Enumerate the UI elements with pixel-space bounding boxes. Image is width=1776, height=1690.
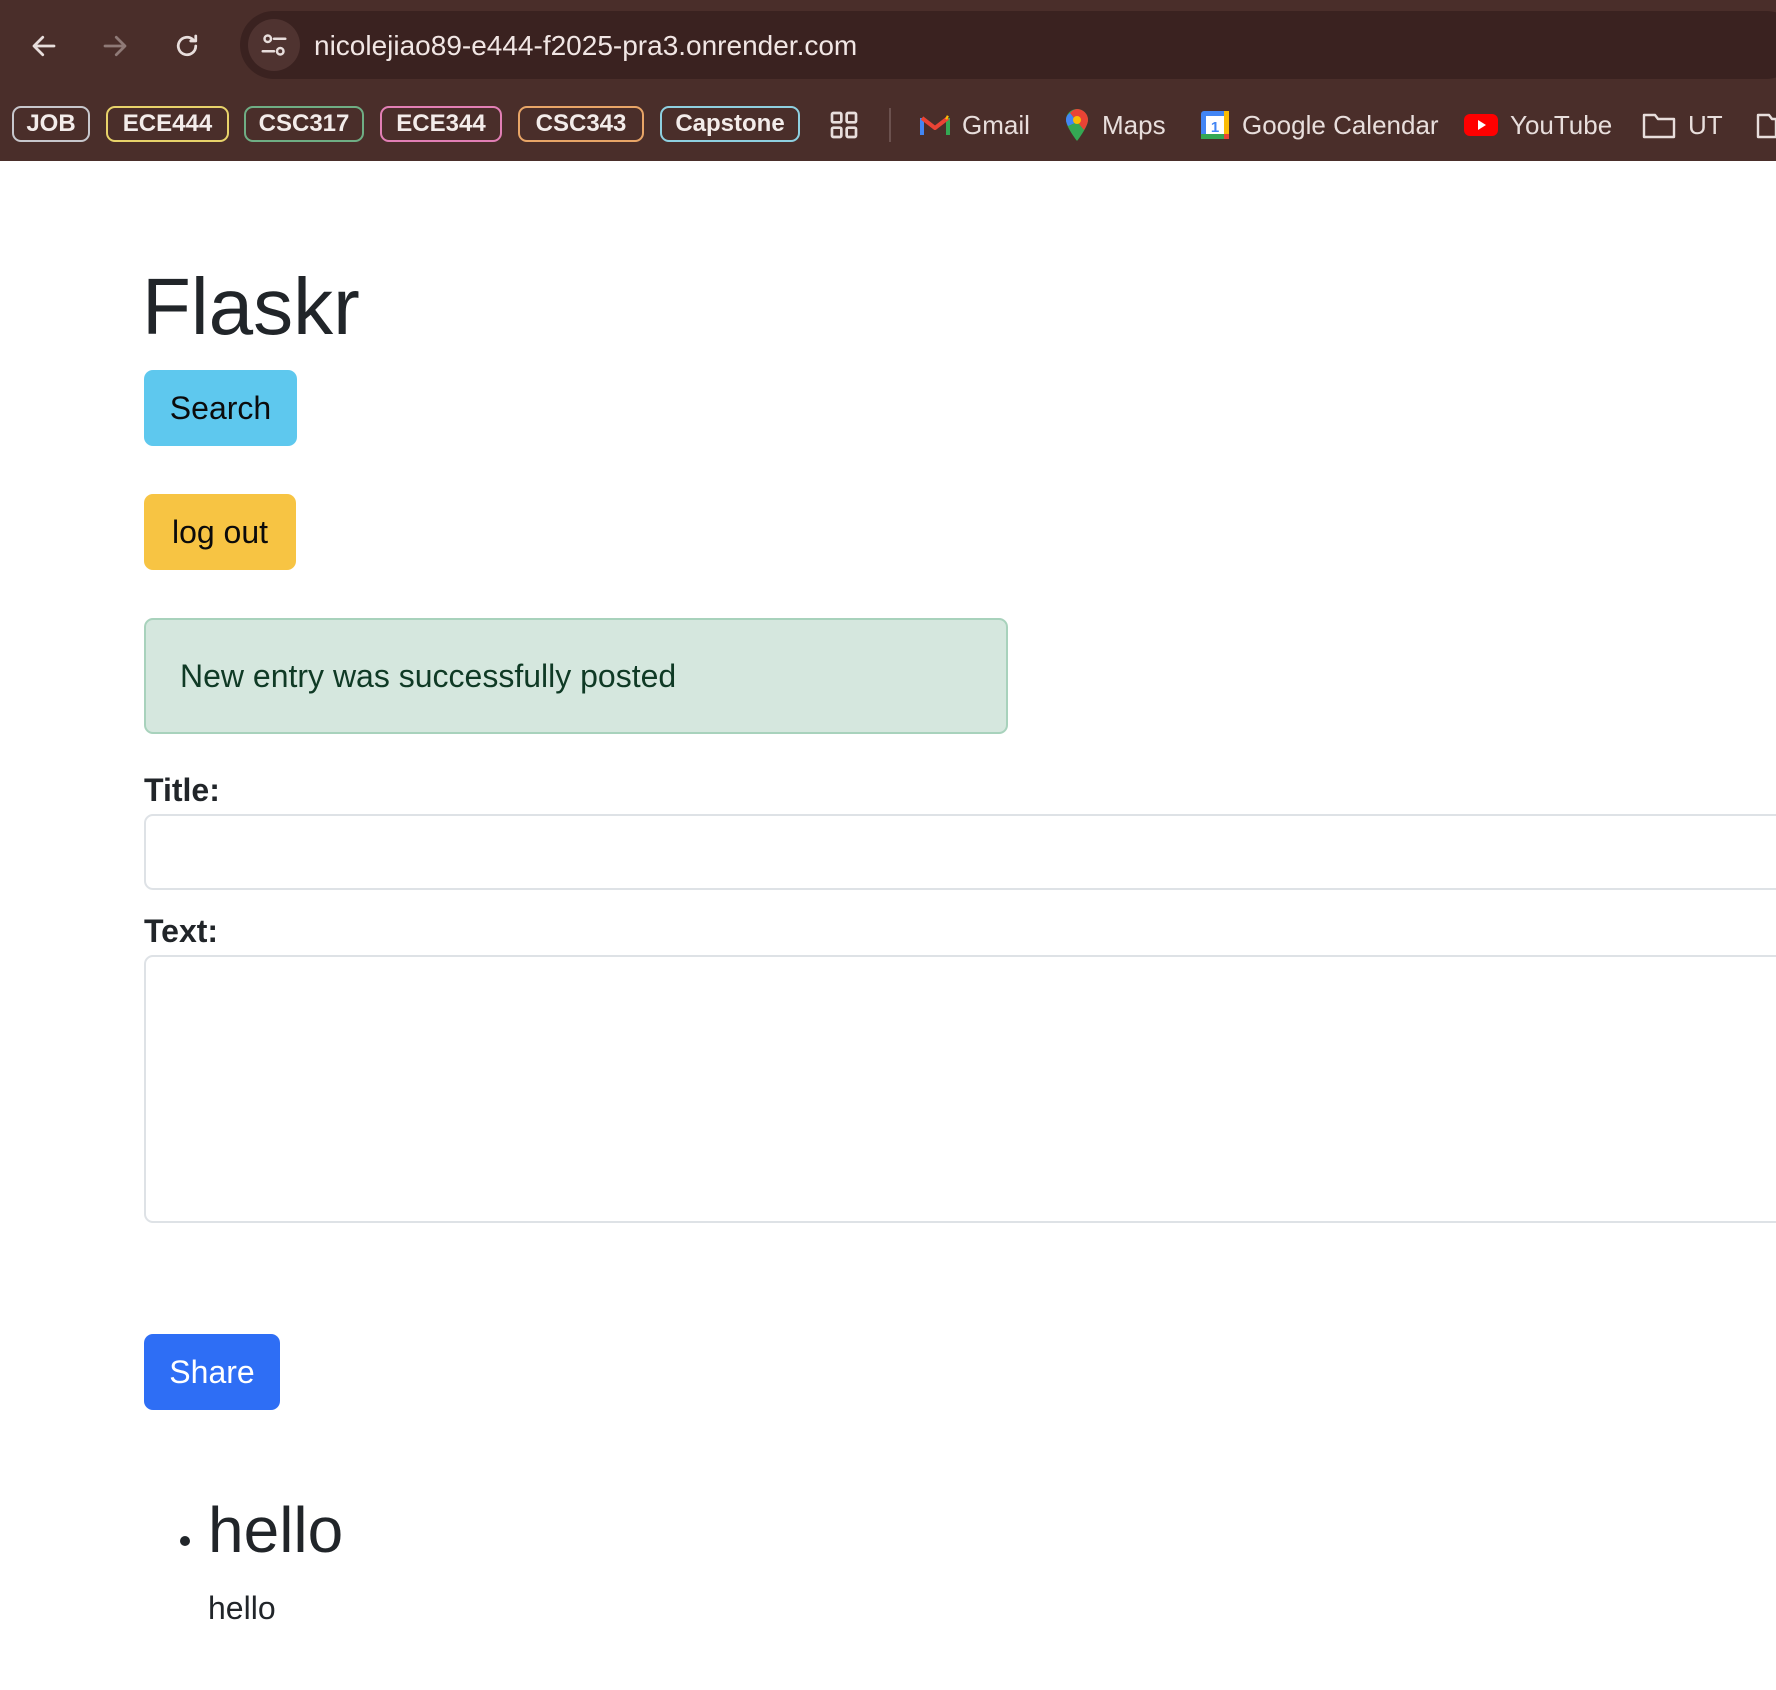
folder-icon [1756, 113, 1776, 139]
flash-message: New entry was successfully posted [144, 618, 1008, 734]
entry-title: hello [208, 1494, 344, 1566]
bookmark-group-ece444[interactable]: ECE444 [106, 106, 229, 142]
address-bar[interactable]: nicolejiao89-e444-f2025-pra3.onrender.co… [240, 11, 1776, 79]
bookmark-group-label: CSC317 [258, 110, 350, 137]
tune-icon [261, 34, 287, 56]
bookmark-group-label: CSC343 [535, 110, 627, 137]
bookmark-group-csc317[interactable]: CSC317 [244, 106, 364, 142]
entry-text: hello [208, 1590, 276, 1626]
bookmark-group-capstone[interactable]: Capstone [660, 106, 800, 142]
text-label: Text: [144, 913, 219, 949]
back-button[interactable] [22, 24, 66, 68]
bookmark-label: UT [1688, 109, 1723, 140]
bookmark-youtube[interactable]: YouTube [1464, 104, 1612, 146]
share-button[interactable]: Share [144, 1334, 280, 1410]
bookmark-group-label: ECE344 [396, 110, 486, 137]
site-info-button[interactable] [248, 19, 300, 71]
gmail-icon [920, 115, 950, 135]
bookmark-folder-overflow[interactable] [1756, 104, 1776, 146]
page-title: Flaskr [142, 262, 360, 351]
flash-message-text: New entry was successfully posted [180, 657, 677, 694]
forward-button[interactable] [93, 24, 137, 68]
apps-button[interactable] [828, 104, 860, 146]
title-label: Title: [144, 772, 220, 808]
search-button[interactable]: Search [144, 370, 297, 446]
bookmark-google-calendar[interactable]: 1 Google Calendar [1200, 104, 1439, 146]
maps-pin-icon [1066, 109, 1088, 141]
url-text: nicolejiao89-e444-f2025-pra3.onrender.co… [314, 30, 858, 61]
bullet [180, 1536, 190, 1546]
bookmark-label: Google Calendar [1242, 109, 1439, 140]
reload-icon [176, 34, 198, 57]
arrow-left-icon [32, 35, 56, 57]
calendar-icon: 1 [1201, 111, 1229, 139]
bookmarks-bar: JOB ECE444 CSC317 ECE344 CSC343 Capstone… [0, 104, 1776, 146]
bookmark-label: Gmail [962, 109, 1030, 140]
arrow-right-icon [103, 35, 127, 57]
bookmark-group-label: ECE444 [122, 110, 213, 137]
bookmark-group-csc343[interactable]: CSC343 [518, 106, 644, 142]
entries-list: hello hello [144, 1490, 343, 1627]
bookmark-gmail[interactable]: Gmail [920, 104, 1030, 146]
list-item: hello hello [144, 1490, 343, 1627]
logout-button[interactable]: log out [144, 494, 296, 570]
bookmarks-separator [889, 108, 891, 142]
bookmark-group-ece344[interactable]: ECE344 [380, 106, 502, 142]
bookmark-folder-ut[interactable]: UT [1642, 104, 1723, 146]
bookmark-label: Maps [1102, 109, 1166, 140]
reload-button[interactable] [165, 24, 209, 68]
bookmark-maps[interactable]: Maps [1064, 104, 1166, 146]
folder-icon [1642, 113, 1676, 139]
apps-grid-icon [830, 111, 858, 139]
youtube-icon [1464, 114, 1498, 136]
bookmark-group-label: Capstone [675, 110, 785, 137]
bookmark-group-job[interactable]: JOB [12, 106, 90, 142]
browser-chrome: nicolejiao89-e444-f2025-pra3.onrender.co… [0, 0, 1776, 161]
svg-text:1: 1 [1211, 119, 1219, 136]
title-input[interactable] [144, 814, 1776, 890]
bookmark-label: YouTube [1510, 109, 1613, 140]
text-textarea[interactable] [144, 955, 1776, 1223]
bookmark-group-label: JOB [26, 110, 76, 137]
